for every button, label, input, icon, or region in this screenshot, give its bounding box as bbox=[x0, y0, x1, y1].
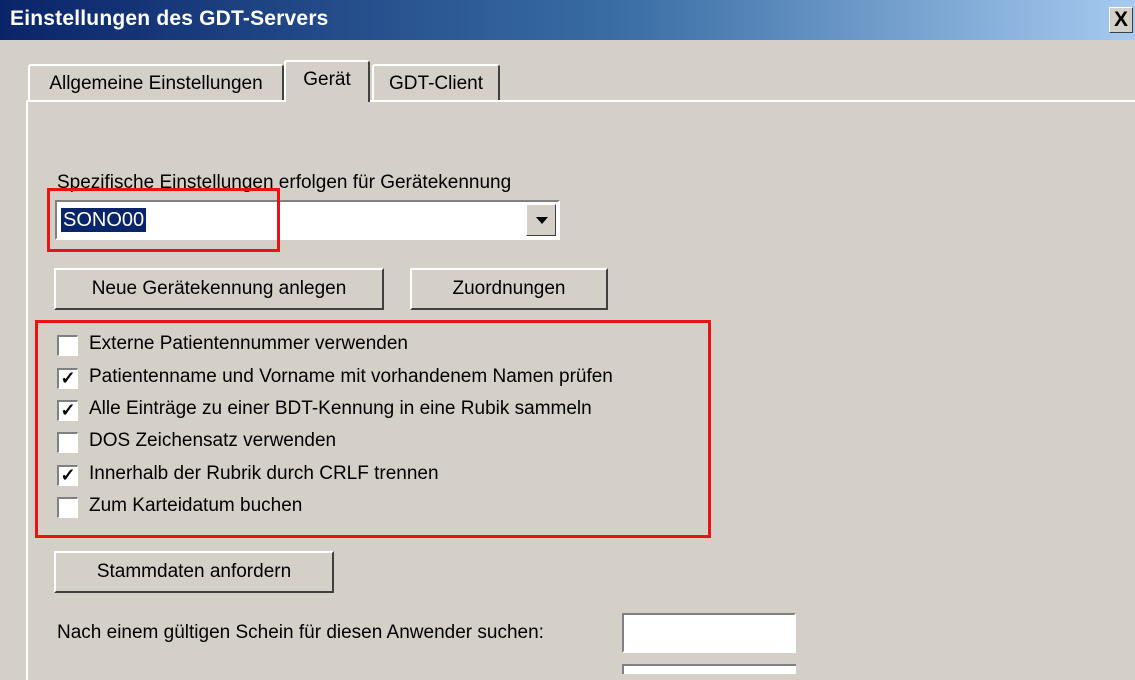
highlight-box-options bbox=[35, 320, 711, 538]
close-button[interactable]: X bbox=[1109, 7, 1133, 33]
title-bar: Einstellungen des GDT-Servers X bbox=[0, 0, 1135, 40]
window-title: Einstellungen des GDT-Servers bbox=[10, 7, 329, 30]
tab-geraet[interactable]: Gerät bbox=[284, 60, 370, 102]
highlight-box-device-id bbox=[47, 188, 280, 252]
tab-gdt-client[interactable]: GDT-Client bbox=[372, 64, 500, 100]
tab-allgemeine-einstellungen[interactable]: Allgemeine Einstellungen bbox=[28, 64, 284, 100]
